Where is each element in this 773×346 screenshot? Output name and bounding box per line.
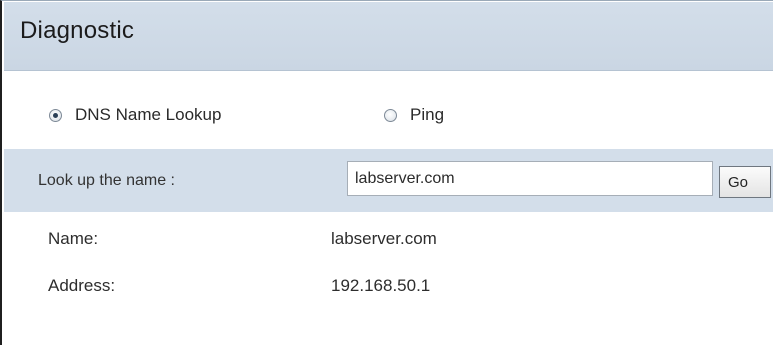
result-address-value: 192.168.50.1: [331, 276, 431, 295]
page-title: Diagnostic: [20, 17, 135, 44]
diagnostic-mode-group: DNS Name Lookup Ping: [4, 71, 773, 149]
page-header: Diagnostic: [4, 2, 773, 71]
result-name-value: labserver.com: [331, 229, 437, 248]
dns-name-lookup-radio-option[interactable]: DNS Name Lookup: [49, 105, 221, 125]
lookup-row: Look up the name : Go: [4, 149, 773, 212]
diagnostic-content: DNS Name Lookup Ping Look up the name : …: [4, 71, 773, 346]
ping-label[interactable]: Ping: [410, 105, 444, 125]
result-address-label: Address:: [48, 276, 116, 295]
go-button[interactable]: Go: [719, 166, 771, 198]
dns-name-lookup-radio-icon[interactable]: [49, 108, 62, 122]
ping-radio-icon[interactable]: [384, 108, 397, 122]
lookup-name-label: Look up the name :: [38, 172, 175, 189]
result-name-label: Name:: [48, 229, 99, 248]
diagnostic-panel: Diagnostic DNS Name Lookup Ping Look up …: [0, 0, 773, 346]
lookup-name-input[interactable]: [347, 161, 713, 196]
ping-radio-option[interactable]: Ping: [384, 105, 444, 125]
dns-name-lookup-label[interactable]: DNS Name Lookup: [75, 105, 221, 125]
